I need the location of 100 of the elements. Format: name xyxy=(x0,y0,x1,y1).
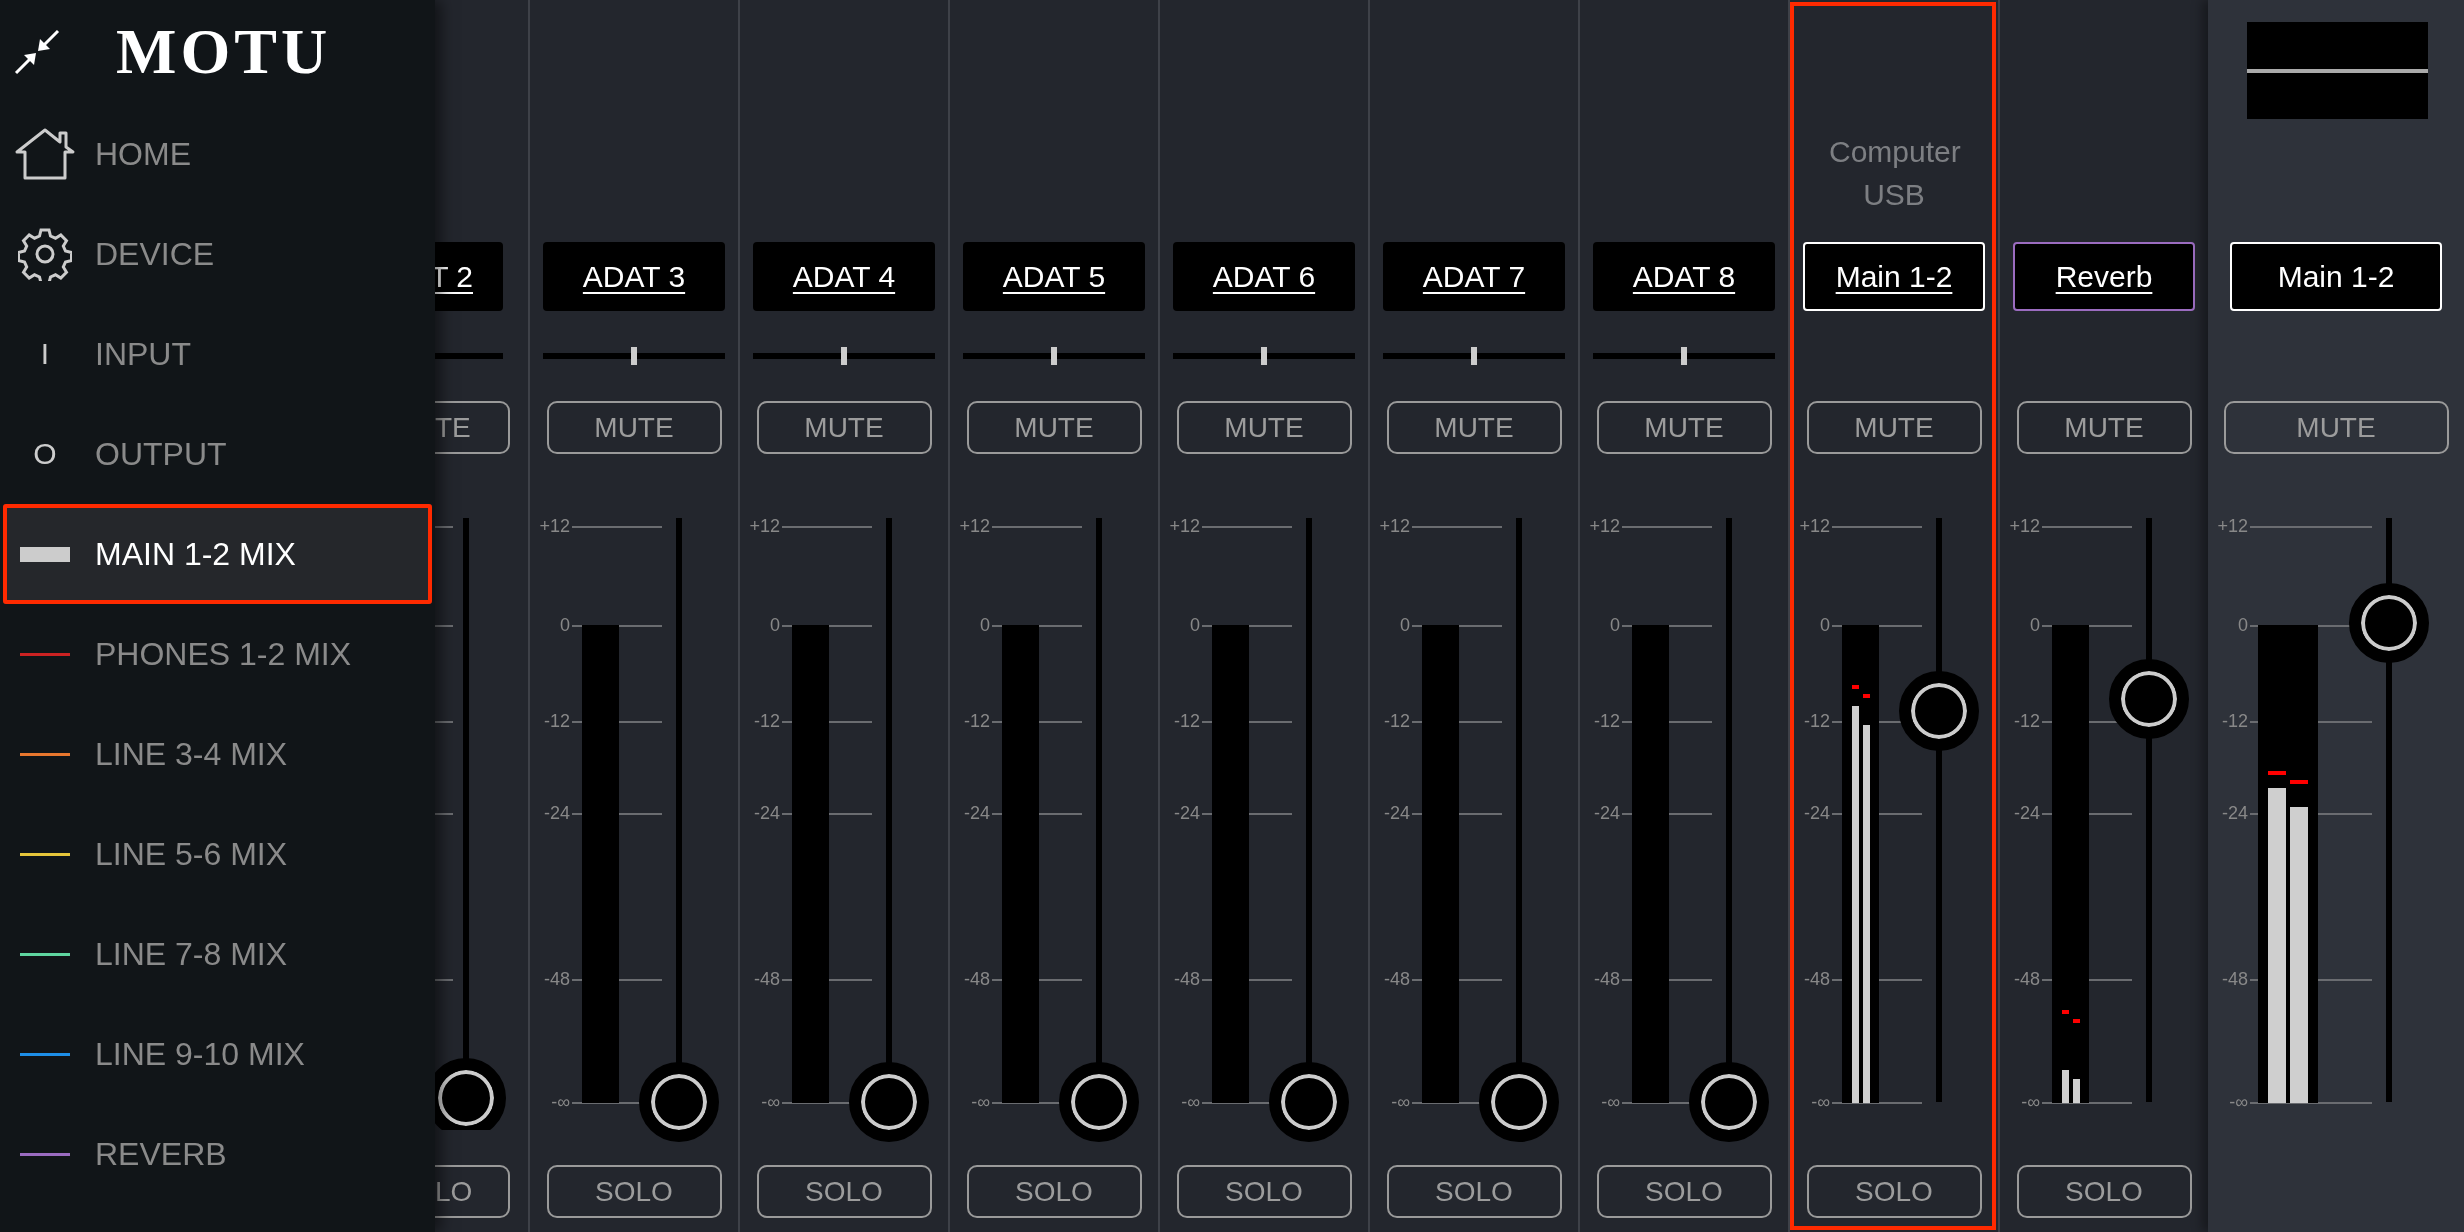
scale-label: +12 xyxy=(1168,515,1200,537)
mute-button[interactable]: MUTE xyxy=(546,401,722,454)
nav-item[interactable]: HOME xyxy=(3,104,432,204)
scale-label: -12 xyxy=(1593,710,1620,732)
scale-label: -24 xyxy=(753,802,780,824)
solo-button[interactable]: SOLO xyxy=(1596,1165,1772,1218)
scale-label: -∞ xyxy=(1600,1091,1620,1113)
scale-label: -12 xyxy=(2013,710,2040,732)
solo-button[interactable]: SOLO xyxy=(2016,1165,2192,1218)
scale-label: -∞ xyxy=(2228,1091,2248,1113)
scale-label: 0 xyxy=(1399,614,1410,636)
channel-name-button[interactable]: ADAT 8 xyxy=(1593,242,1775,311)
solo-button[interactable]: SOLO xyxy=(546,1165,722,1218)
solo-button[interactable]: SOLO xyxy=(1386,1165,1562,1218)
channel-name-button[interactable]: ADAT 4 xyxy=(753,242,935,311)
channel-name-button[interactable]: Main 1-2 xyxy=(1803,242,1985,311)
mute-button[interactable]: MUTE xyxy=(1806,401,1982,454)
nav-glyph: O xyxy=(33,437,57,471)
nav-item[interactable]: REVERB xyxy=(3,1104,432,1204)
scale-label: +12 xyxy=(2216,515,2248,537)
scale-label: -12 xyxy=(543,710,570,732)
nav-item[interactable]: DEVICE xyxy=(3,204,432,304)
scale-label: 0 xyxy=(769,614,780,636)
scale-label: -∞ xyxy=(1810,1091,1830,1113)
mute-button[interactable]: MUTE xyxy=(966,401,1142,454)
nav-item[interactable]: LINE 9-10 MIX xyxy=(3,1004,432,1104)
home-icon xyxy=(14,127,76,181)
channel-name-button[interactable]: ADAT 3 xyxy=(543,242,725,311)
scale-label: 0 xyxy=(1189,614,1200,636)
mute-button[interactable]: MUTE xyxy=(2223,401,2449,454)
scale-label: -24 xyxy=(1173,802,1200,824)
scale-label: -∞ xyxy=(760,1091,780,1113)
scale-label: -48 xyxy=(753,968,780,990)
scale-label: -48 xyxy=(1383,968,1410,990)
mute-button[interactable]: MUTE xyxy=(2016,401,2192,454)
source-label: Computer USB xyxy=(1829,134,1959,213)
scale-label: -24 xyxy=(2221,802,2248,824)
scale-label: 0 xyxy=(2029,614,2040,636)
scale-label: -24 xyxy=(1593,802,1620,824)
scale-label: -24 xyxy=(2013,802,2040,824)
channel-name-button[interactable]: ADAT 7 xyxy=(1383,242,1565,311)
scale-label: +12 xyxy=(1798,515,1830,537)
mute-button[interactable]: MUTE xyxy=(1596,401,1772,454)
collapse-icon[interactable] xyxy=(14,29,60,75)
solo-button[interactable]: SOLO xyxy=(966,1165,1142,1218)
scale-label: -48 xyxy=(543,968,570,990)
channel-name-button[interactable]: ADAT 5 xyxy=(963,242,1145,311)
scale-label: -∞ xyxy=(970,1091,990,1113)
nav-item[interactable]: MAIN 1-2 MIX xyxy=(3,504,432,604)
nav-item[interactable]: PHONES 1-2 MIX xyxy=(3,604,432,704)
scale-label: -∞ xyxy=(1390,1091,1410,1113)
channel-name-button[interactable]: ADAT 6 xyxy=(1173,242,1355,311)
scale-label: -12 xyxy=(1383,710,1410,732)
scale-label: -12 xyxy=(963,710,990,732)
scale-label: +12 xyxy=(748,515,780,537)
mute-button[interactable]: MUTE xyxy=(1176,401,1352,454)
nav-item[interactable]: LINE 5-6 MIX xyxy=(3,804,432,904)
nav-item[interactable]: O OUTPUT xyxy=(3,404,432,504)
scale-label: 0 xyxy=(1819,614,1830,636)
channel-name-button[interactable]: Main 1-2 xyxy=(2230,242,2442,311)
nav-glyph: I xyxy=(40,337,50,371)
scale-label: +12 xyxy=(958,515,990,537)
logo: MOTU xyxy=(116,15,332,89)
scale-label: 0 xyxy=(1609,614,1620,636)
scale-label: -24 xyxy=(963,802,990,824)
settings-icon xyxy=(18,227,72,281)
scale-label: -∞ xyxy=(550,1091,570,1113)
scale-label: -48 xyxy=(1593,968,1620,990)
scale-label: 0 xyxy=(979,614,990,636)
scale-label: +12 xyxy=(538,515,570,537)
scale-label: +12 xyxy=(2008,515,2040,537)
scale-label: +12 xyxy=(1378,515,1410,537)
nav-item[interactable]: I INPUT xyxy=(3,304,432,404)
mute-button[interactable]: TE xyxy=(435,401,510,454)
mute-button[interactable]: MUTE xyxy=(1386,401,1562,454)
solo-button[interactable]: SOLO xyxy=(1176,1165,1352,1218)
scale-label: -12 xyxy=(2221,710,2248,732)
mute-button[interactable]: MUTE xyxy=(756,401,932,454)
scale-label: -12 xyxy=(753,710,780,732)
scale-label: -∞ xyxy=(1180,1091,1200,1113)
scale-label: -48 xyxy=(963,968,990,990)
scale-label: -24 xyxy=(1803,802,1830,824)
scale-label: -12 xyxy=(1173,710,1200,732)
scale-label: 0 xyxy=(559,614,570,636)
solo-button[interactable]: LO xyxy=(435,1165,510,1218)
scale-label: -∞ xyxy=(2020,1091,2040,1113)
scale-label: -48 xyxy=(2221,968,2248,990)
scale-label: -48 xyxy=(1803,968,1830,990)
scale-label: -24 xyxy=(543,802,570,824)
scale-label: -12 xyxy=(1803,710,1830,732)
scale-label: -24 xyxy=(1383,802,1410,824)
solo-button[interactable]: SOLO xyxy=(1806,1165,1982,1218)
scale-label: -48 xyxy=(2013,968,2040,990)
solo-button[interactable]: SOLO xyxy=(756,1165,932,1218)
scale-label: -48 xyxy=(1173,968,1200,990)
nav-item[interactable]: LINE 3-4 MIX xyxy=(3,704,432,804)
channel-name-button[interactable]: Reverb xyxy=(2013,242,2195,311)
scale-label: 0 xyxy=(2237,614,2248,636)
nav-item[interactable]: LINE 7-8 MIX xyxy=(3,904,432,1004)
scale-label: +12 xyxy=(1588,515,1620,537)
